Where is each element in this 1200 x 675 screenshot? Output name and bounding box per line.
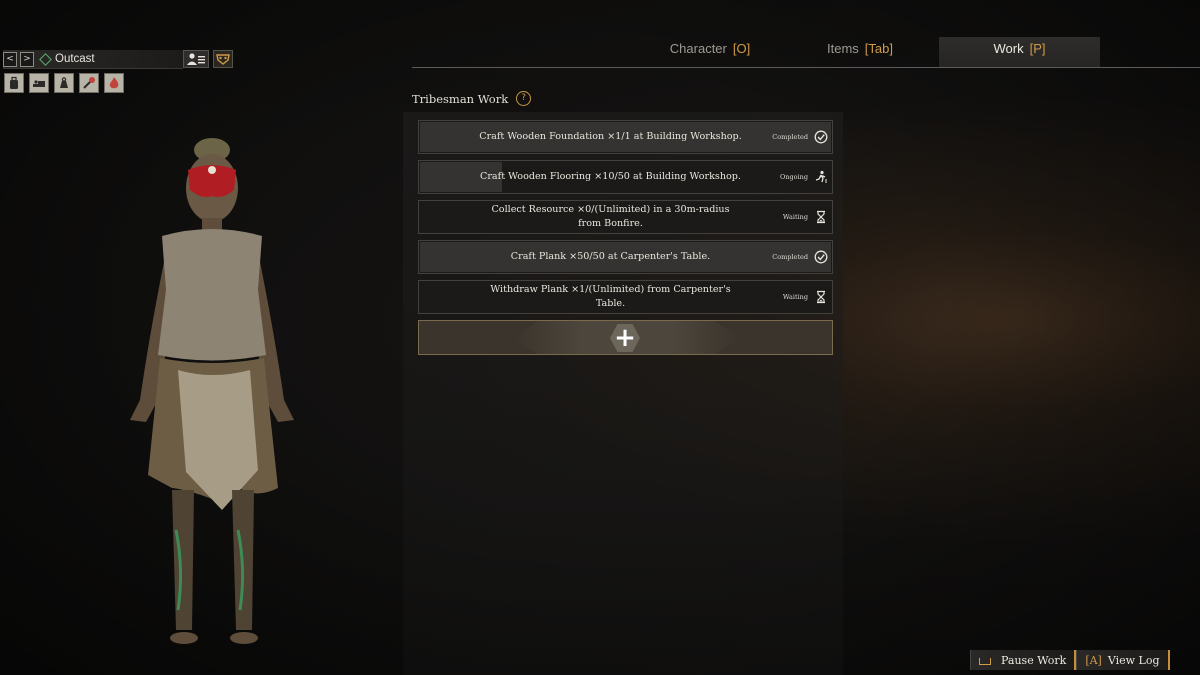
character-silhouette — [130, 138, 294, 644]
prev-character-button[interactable]: < — [3, 51, 17, 67]
view-log-key: [A] — [1085, 653, 1102, 667]
bed-rest-icon[interactable] — [29, 73, 49, 93]
section-title: Tribesman Work ? — [412, 91, 532, 106]
work-task-1[interactable]: Craft Wooden Foundation ×1/1 at Building… — [418, 120, 833, 154]
fire-icon[interactable] — [104, 73, 124, 93]
work-task-4[interactable]: Craft Plank ×50/50 at Carpenter's Table.… — [418, 240, 833, 274]
mask-icon — [216, 54, 230, 65]
tab-work-label: Work — [993, 41, 1024, 56]
person-list-icon — [187, 53, 205, 65]
character-model — [110, 130, 310, 655]
add-task-button[interactable]: + — [418, 320, 833, 355]
tab-items[interactable]: Items [Tab] — [780, 37, 940, 67]
tab-character-key: [O] — [732, 41, 751, 56]
tab-work[interactable]: Work [P] — [939, 37, 1100, 67]
work-task-3[interactable]: Collect Resource ×0/(Unlimited) in a 30m… — [418, 200, 833, 234]
work-task-2[interactable]: Craft Wooden Flooring ×10/50 at Building… — [418, 160, 833, 194]
backpack-icon[interactable] — [4, 73, 24, 93]
check-circle-icon — [814, 250, 828, 264]
main-tabs: Character [O] Items [Tab] Work [P] — [600, 37, 1200, 67]
help-icon[interactable]: ? — [516, 91, 532, 106]
work-list-panel — [403, 112, 843, 675]
task-text: Craft Wooden Flooring ×10/50 at Building… — [480, 171, 741, 182]
pause-work-label: Pause Work — [1001, 653, 1067, 667]
task-status: Waiting — [782, 213, 808, 221]
running-icon — [815, 170, 827, 183]
view-log-label: View Log — [1107, 653, 1160, 667]
tab-work-key: [P] — [1029, 41, 1046, 56]
work-task-5[interactable]: Withdraw Plank ×1/(Unlimited) from Carpe… — [418, 280, 833, 314]
view-log-button[interactable]: [A] View Log — [1076, 650, 1170, 670]
tab-character-label: Character — [669, 41, 727, 56]
weight-icon[interactable] — [54, 73, 74, 93]
task-text: Craft Plank ×50/50 at Carpenter's Table. — [510, 251, 711, 262]
appearance-button[interactable] — [213, 50, 233, 68]
tab-items-key: [Tab] — [864, 41, 893, 56]
task-status: Completed — [772, 133, 808, 141]
section-title-text: Tribesman Work — [412, 91, 509, 106]
task-text: Withdraw Plank ×1/(Unlimited) from Carpe… — [490, 284, 731, 309]
task-status: Waiting — [782, 293, 808, 301]
tool-icon[interactable] — [79, 73, 99, 93]
tab-divider — [412, 67, 1200, 68]
character-list-button[interactable] — [183, 50, 209, 68]
bottom-action-bar: Pause Work [A] View Log — [970, 650, 1170, 670]
check-circle-icon — [814, 130, 828, 144]
character-header: < > Outcast — [3, 50, 233, 69]
status-icons — [4, 73, 124, 93]
hourglass-icon — [817, 210, 825, 224]
task-status: Ongoing — [779, 173, 808, 181]
tab-character[interactable]: Character [O] — [630, 37, 790, 67]
tab-items-label: Items — [827, 41, 859, 56]
next-character-button[interactable]: > — [20, 51, 34, 67]
task-status: Completed — [772, 253, 808, 261]
spacebar-key-icon — [979, 657, 991, 665]
character-name: Outcast — [55, 53, 95, 65]
pause-work-button[interactable]: Pause Work — [970, 650, 1077, 670]
task-text: Craft Wooden Foundation ×1/1 at Building… — [479, 131, 742, 142]
hourglass-icon — [817, 290, 825, 304]
task-text: Collect Resource ×0/(Unlimited) in a 30m… — [491, 204, 730, 229]
